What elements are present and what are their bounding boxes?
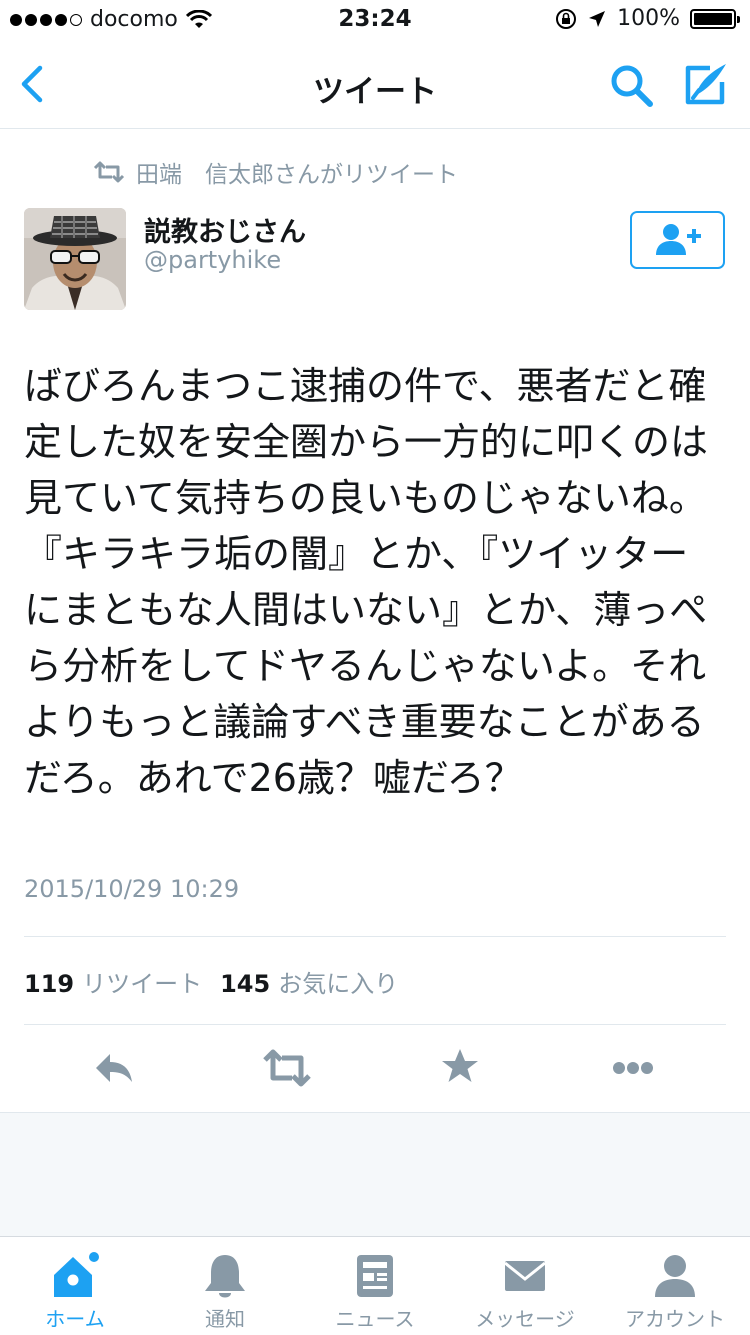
tweet-timestamp: 2015/10/29 10:29: [24, 875, 240, 903]
retweet-count[interactable]: 119: [24, 970, 74, 998]
favorite-count-label[interactable]: お気に入り: [278, 964, 398, 999]
tab-notifications[interactable]: 通知: [150, 1237, 300, 1335]
retweeted-by-text: 田端 信太郎さんがリツイート: [136, 162, 458, 188]
tab-label: ニュース: [335, 1307, 415, 1331]
follow-button[interactable]: [630, 211, 725, 269]
location-arrow-icon: [589, 10, 606, 27]
tab-label: 通知: [205, 1307, 245, 1331]
avatar-image: [24, 208, 126, 310]
user-handle[interactable]: @partyhike: [144, 246, 281, 274]
retweet-icon: [263, 1049, 311, 1087]
display-name[interactable]: 説教おじさん: [144, 210, 306, 249]
envelope-icon: [504, 1261, 546, 1291]
home-icon: [54, 1252, 99, 1297]
reply-icon: [96, 1054, 132, 1082]
divider: [24, 1024, 726, 1025]
star-icon: [442, 1049, 478, 1082]
avatar[interactable]: [24, 208, 126, 310]
more-icon: [613, 1062, 653, 1074]
battery-icon: [690, 8, 740, 29]
rotation-lock-icon: [556, 8, 577, 29]
divider: [24, 936, 726, 937]
favorite-button[interactable]: [440, 1046, 488, 1090]
tab-label: メッセージ: [475, 1307, 575, 1331]
empty-background: [0, 1112, 750, 1237]
retweet-button[interactable]: [262, 1046, 312, 1090]
tab-label: アカウント: [625, 1307, 725, 1331]
tab-news[interactable]: ニュース: [300, 1237, 450, 1335]
bell-icon: [205, 1255, 245, 1298]
tab-bar: ホーム 通知 ニュース メッセージ アカウント: [0, 1236, 750, 1335]
navigation-bar: ツイート: [0, 40, 750, 129]
compose-button[interactable]: [680, 60, 730, 110]
status-right: 100%: [555, 6, 740, 31]
tab-label: ホーム: [45, 1307, 105, 1331]
search-icon: [611, 65, 653, 107]
tab-messages[interactable]: メッセージ: [450, 1237, 600, 1335]
retweet-count-label[interactable]: リツイート: [82, 964, 202, 999]
favorite-count[interactable]: 145: [220, 970, 270, 998]
battery-fill: [694, 12, 732, 25]
add-user-icon: [655, 224, 701, 255]
tweet-stats: 119 リツイート 145 お気に入り: [24, 964, 408, 999]
status-bar: docomo 23:24 100%: [0, 0, 750, 40]
tab-account[interactable]: アカウント: [600, 1237, 750, 1335]
news-icon: [357, 1255, 393, 1297]
battery-percent: 100%: [617, 6, 680, 31]
reply-button[interactable]: [90, 1046, 138, 1090]
search-button[interactable]: [608, 62, 656, 110]
tweet-text: ばびろんまつこ逮捕の件で、悪者だと確定した奴を安全圏から一方的に叩くのは見ていて…: [24, 364, 709, 800]
tab-home[interactable]: ホーム: [0, 1237, 150, 1335]
person-icon: [655, 1255, 695, 1297]
compose-icon: [685, 64, 726, 105]
more-options-button[interactable]: [608, 1046, 658, 1090]
retweet-context: 田端 信太郎さんがリツイート: [92, 155, 458, 189]
retweet-icon: [93, 161, 125, 183]
